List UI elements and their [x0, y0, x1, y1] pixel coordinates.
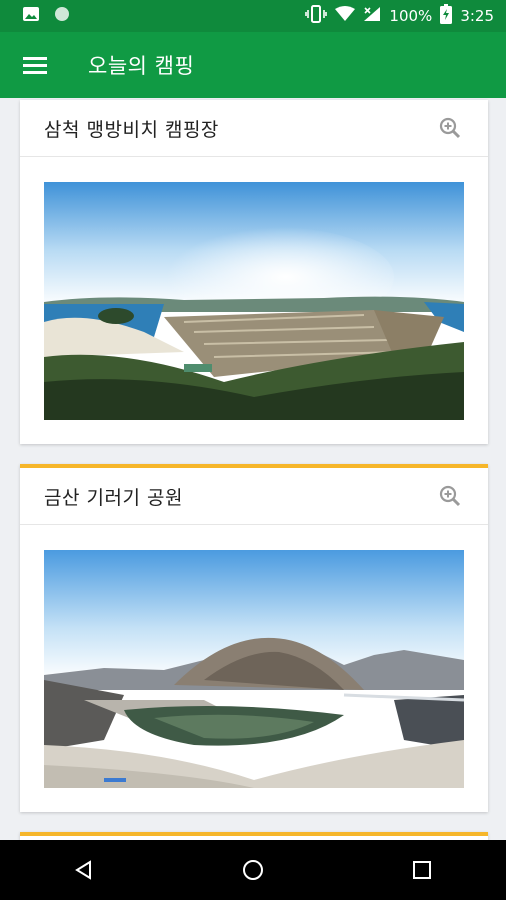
recents-icon[interactable]: [392, 840, 452, 900]
vibrate-icon: [305, 5, 328, 27]
status-right: 100% 3:25: [305, 4, 494, 28]
panorama-image[interactable]: [44, 550, 464, 788]
navigation-bar: [0, 840, 506, 900]
card-header: 삼척 맹방비치 캠핑장: [20, 100, 488, 157]
card-header: 금산 기러기 공원: [20, 468, 488, 525]
panorama-image[interactable]: [44, 182, 464, 420]
circle-icon: [54, 6, 70, 26]
card-title: 삼척 맹방비치 캠핑장: [44, 118, 219, 141]
camping-card[interactable]: 금산 기러기 공원: [20, 464, 488, 812]
camping-card-partial[interactable]: [20, 832, 488, 840]
wifi-icon: [335, 6, 356, 26]
back-icon[interactable]: [54, 840, 114, 900]
battery-charging-icon: [440, 4, 453, 28]
hamburger-menu-icon[interactable]: [0, 32, 70, 98]
battery-text: 100%: [389, 7, 433, 25]
status-bar: 100% 3:25: [0, 0, 506, 32]
status-time: 3:25: [460, 7, 494, 25]
home-icon[interactable]: [223, 840, 283, 900]
signal-icon: [363, 6, 381, 26]
image-icon: [22, 6, 40, 26]
zoom-in-icon[interactable]: [436, 482, 464, 510]
content-list[interactable]: 삼척 맹방비치 캠핑장 금산 기러기 공원: [0, 98, 506, 840]
status-left: [22, 6, 70, 26]
card-title: 금산 기러기 공원: [44, 486, 183, 509]
camping-card[interactable]: 삼척 맹방비치 캠핑장: [20, 100, 488, 444]
app-title: 오늘의 캠핑: [88, 54, 195, 78]
zoom-in-icon[interactable]: [436, 114, 464, 142]
app-bar: 오늘의 캠핑: [0, 32, 506, 98]
